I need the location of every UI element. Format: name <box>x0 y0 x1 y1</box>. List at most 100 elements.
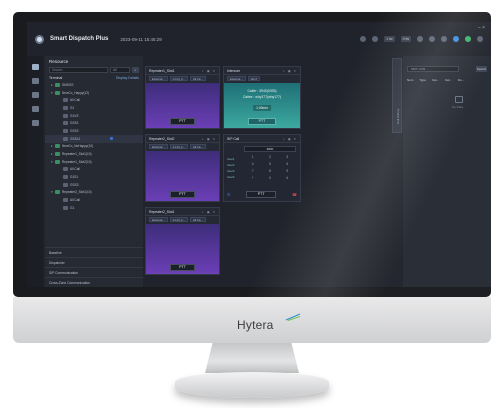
tree-item[interactable]: GSS2 <box>45 127 143 135</box>
card-controls[interactable]: ◐ ▣ ✕ <box>283 137 297 141</box>
tree-item[interactable]: ▾ NewCo_Happy(12) <box>45 89 143 97</box>
dial-key[interactable]: 1 <box>244 155 261 159</box>
hangup-icon[interactable]: ☎ <box>292 192 297 197</box>
tree-item-label: Repeater1_Slot1(10) <box>62 152 92 157</box>
tree-item[interactable]: GSSL2 <box>45 134 143 143</box>
ptt-button[interactable]: PTT <box>170 264 195 271</box>
dial-key[interactable]: # <box>279 176 296 180</box>
card-pill[interactable]: External... <box>227 76 246 81</box>
tree-item[interactable]: ▸ Repeater1_Slot1(10) <box>45 150 143 158</box>
card-pill[interactable]: A L(N_2... <box>169 217 189 222</box>
card-sip-call[interactable]: SIP Call ◐ ▣ ✕ 9800 User1 User2 User3 User4 … <box>223 134 301 202</box>
app-screen: Smart Dispatch Plus 2023-09-11 15:45:29 … <box>27 22 491 287</box>
chip-2[interactable]: 0 fw <box>400 36 411 42</box>
network-icon[interactable] <box>453 36 459 42</box>
ptt-button[interactable]: PTT <box>248 118 276 125</box>
alert-icon[interactable] <box>372 36 379 42</box>
group-icon <box>55 190 60 195</box>
bottom-section[interactable]: Baseline <box>45 247 143 257</box>
column-header[interactable]: Cal... <box>445 78 452 82</box>
history-search-button[interactable]: Search <box>476 66 487 72</box>
nav-record-icon[interactable] <box>31 92 39 98</box>
resource-filter-select[interactable]: All <box>110 67 130 73</box>
dial-key[interactable]: 8 <box>261 169 278 173</box>
tree-item[interactable]: All Call <box>45 96 143 104</box>
nav-resource-icon[interactable] <box>31 64 39 70</box>
nav-alarm-icon[interactable] <box>31 120 39 126</box>
tree-item[interactable]: G1 <box>45 204 143 212</box>
tree-item[interactable]: G1VS <box>45 112 143 120</box>
resource-search-input[interactable]: Search <box>49 67 108 73</box>
card-pill[interactable]: All Ca... <box>190 144 206 149</box>
dial-key[interactable]: 5 <box>261 162 278 166</box>
column-header[interactable]: Cal... <box>432 78 439 82</box>
card-repeater2-slot1[interactable]: Repeater2_Slot1 ◐ ▣ ✕ External... A L(N_2… <box>145 207 220 275</box>
dial-key[interactable]: 0 <box>261 176 278 180</box>
call-history-tab[interactable]: Call History <box>392 58 402 133</box>
card-pill[interactable]: External... <box>149 217 168 222</box>
dial-key[interactable]: 3 <box>279 155 296 159</box>
column-header[interactable]: Du... <box>458 78 464 82</box>
card-pill[interactable]: who7 <box>247 76 261 81</box>
card-controls[interactable]: ◐ ▣ ✕ <box>202 210 216 214</box>
call-icon[interactable]: ✆ <box>227 192 230 197</box>
tree-item[interactable]: G1S1 <box>45 173 143 181</box>
tree-item[interactable]: GSS3 <box>45 181 143 189</box>
tree-item[interactable]: All Call <box>45 166 143 174</box>
tree-item[interactable]: G1 <box>45 104 143 112</box>
card-intercom[interactable]: Intercom ◐ ▣ ✕ External... who7 Caller : … <box>223 66 301 129</box>
ptt-button[interactable]: PTT <box>170 191 195 198</box>
user-icon[interactable] <box>429 36 435 42</box>
dial-key[interactable]: 7 <box>244 169 261 173</box>
tree-item[interactable]: ▾ Repeater1_Slot2(10) <box>45 158 143 166</box>
sip-user[interactable]: User4 <box>227 174 234 180</box>
message-icon[interactable] <box>441 36 447 42</box>
card-pill[interactable]: A L(N_2... <box>169 144 189 149</box>
card-pill[interactable]: All Ca... <box>190 217 206 222</box>
card-pill[interactable]: External... <box>149 144 168 149</box>
terminal-section[interactable]: Terminal Display Details <box>45 73 143 81</box>
history-search-input[interactable]: 9805 1999 ... <box>407 66 459 72</box>
tree-item[interactable]: ▸ SMSGS <box>45 81 143 89</box>
chip-1[interactable]: 1 fw <box>384 36 395 42</box>
dial-display[interactable]: 9800 <box>244 146 296 152</box>
bottom-section[interactable]: SIP Communication <box>45 267 143 277</box>
bottom-section[interactable]: Cross-Zone Communication <box>45 277 143 287</box>
ptt-button[interactable]: PTT <box>246 191 277 198</box>
dial-key[interactable]: 4 <box>244 162 261 166</box>
dial-keys: 1 2 3 4 5 6 7 8 9 * 0 # <box>244 155 296 180</box>
group-icon <box>63 136 68 141</box>
column-header[interactable]: Num <box>407 78 413 82</box>
card-pill[interactable]: All Ca... <box>190 76 206 81</box>
card-pill[interactable]: A L(N_2... <box>169 76 189 81</box>
card-controls[interactable]: ◐ ▣ ✕ <box>283 69 297 73</box>
nav-map-icon[interactable] <box>31 78 39 84</box>
card-controls[interactable]: ◐ ▣ ✕ <box>202 137 216 141</box>
profile-icon[interactable] <box>477 36 483 42</box>
tree-item[interactable]: GSS1 <box>45 119 143 127</box>
nav-message-icon[interactable] <box>31 106 39 112</box>
tree-item[interactable]: ▸ NewCo_NoHappy(10) <box>45 143 143 151</box>
ptt-button[interactable]: PTT <box>170 118 195 125</box>
card-controls[interactable]: ◐ ▣ ✕ <box>202 69 216 73</box>
bottom-section[interactable]: Dispatcher <box>45 257 143 267</box>
tree-item[interactable]: ▾ Repeater2_Slot1(10) <box>45 189 143 197</box>
status-icon[interactable] <box>360 36 367 42</box>
card-pill[interactable]: External... <box>149 76 168 81</box>
left-nav <box>27 56 43 287</box>
display-details-toggle[interactable]: Display Details <box>116 76 139 80</box>
card-repeater2-slot2[interactable]: Repeater2_Slot2 ◐ ▣ ✕ External... A L(N_2… <box>145 134 220 202</box>
window-controls[interactable]: – × <box>478 25 485 31</box>
card-repeater1-slot1[interactable]: Repeater1_Slot1 ◐ ▣ ✕ External... A L(N_2… <box>145 66 220 129</box>
column-header[interactable]: Type <box>419 78 426 82</box>
tree-item[interactable]: All Call <box>45 196 143 204</box>
tree-item-label: All Call <box>70 167 80 172</box>
dial-key[interactable]: * <box>244 176 261 180</box>
dial-key[interactable]: 2 <box>261 155 278 159</box>
search-icon[interactable]: ⌕ <box>132 67 139 73</box>
dial-key[interactable]: 6 <box>279 162 296 166</box>
online-icon[interactable] <box>465 36 471 42</box>
dial-key[interactable]: 9 <box>279 169 296 173</box>
settings-icon[interactable] <box>417 36 423 42</box>
group-icon <box>55 82 60 87</box>
